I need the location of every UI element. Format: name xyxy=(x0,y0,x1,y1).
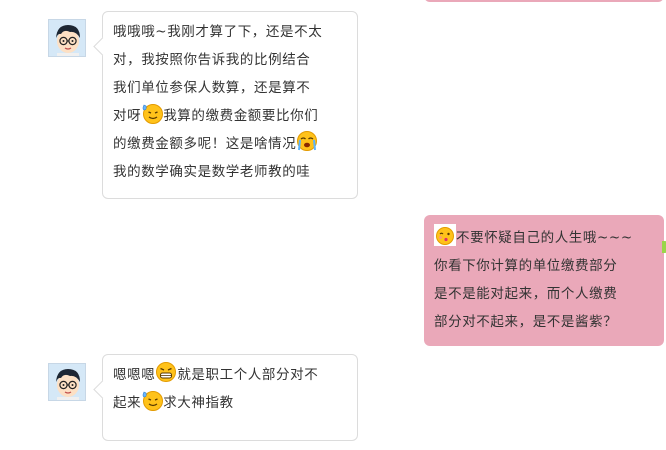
message-line: 的缴费金额多呢！这是啥情况 xyxy=(113,130,347,158)
message-text: 是不是能对起来，而个人缴费 xyxy=(434,286,618,302)
boy-avatar-icon xyxy=(49,364,85,400)
previous-outgoing-bubble-edge xyxy=(424,0,664,2)
kiss-emoji-icon xyxy=(434,224,456,246)
message-line: 对呀 我算的缴费金额要比你们 xyxy=(113,102,347,130)
message-line: 嗯嗯嗯 就是职工个人部分对不 xyxy=(113,361,347,389)
message-text: 求大神指教 xyxy=(163,395,234,411)
message-text: 就是职工个人部分对不 xyxy=(177,367,319,383)
message-text: 对，我按照你告诉我的比例结合 xyxy=(113,52,311,68)
sweat-smile-emoji-icon xyxy=(141,102,164,124)
contact-avatar[interactable] xyxy=(48,19,86,57)
message-text: 的缴费金额多呢！这是啥情况 xyxy=(113,136,297,152)
incoming-message-bubble[interactable]: 哦哦哦~我刚才算了下，还是不太 对，我按照你告诉我的比例结合 我们单位参保人数算，还… xyxy=(102,11,358,199)
message-line: 起来 求大神指教 xyxy=(113,389,347,417)
message-text: 不要怀疑自己的人生哦~~~ xyxy=(456,230,633,246)
message-line: 哦哦哦~我刚才算了下，还是不太 xyxy=(113,18,347,46)
message-text: 我们单位参保人数算，还是算不 xyxy=(113,80,311,96)
outgoing-message-bubble[interactable]: 不要怀疑自己的人生哦~~~ 你看下你计算的单位缴费部分 是不是能对起来，而个人缴费部… xyxy=(424,215,666,346)
contact-avatar[interactable] xyxy=(48,363,86,401)
message-line: 不要怀疑自己的人生哦~~~ xyxy=(434,224,654,252)
message-text: 我的数学确实是数学老师教的哇 xyxy=(113,164,311,180)
message-text: 我算的缴费金额要比你们 xyxy=(163,108,319,124)
message-line: 你看下你计算的单位缴费部分 xyxy=(434,252,654,280)
grimace-emoji-icon xyxy=(155,361,177,383)
message-text: 起来 xyxy=(113,395,142,411)
boy-avatar-icon xyxy=(49,20,85,56)
message-line: 部分对不起来，是不是酱紫？ xyxy=(434,308,654,336)
sweat-smile-emoji-icon xyxy=(141,389,164,411)
message-line: 我的数学确实是数学老师教的哇 xyxy=(113,158,347,186)
message-text: 部分对不起来，是不是酱紫？ xyxy=(434,314,618,330)
message-text: 对呀 xyxy=(113,108,142,124)
message-line: 我们单位参保人数算，还是算不 xyxy=(113,74,347,102)
message-line: 对，我按照你告诉我的比例结合 xyxy=(113,46,347,74)
message-text: 嗯嗯嗯 xyxy=(113,367,156,383)
message-line: 是不是能对起来，而个人缴费 xyxy=(434,280,654,308)
crying-emoji-icon xyxy=(296,130,318,152)
incoming-message-bubble[interactable]: 嗯嗯嗯 就是职工个人部分对不起来 求大神指教 xyxy=(102,354,358,441)
message-text: 哦哦哦~我刚才算了下，还是不太 xyxy=(113,24,323,40)
message-text: 你看下你计算的单位缴费部分 xyxy=(434,258,618,274)
